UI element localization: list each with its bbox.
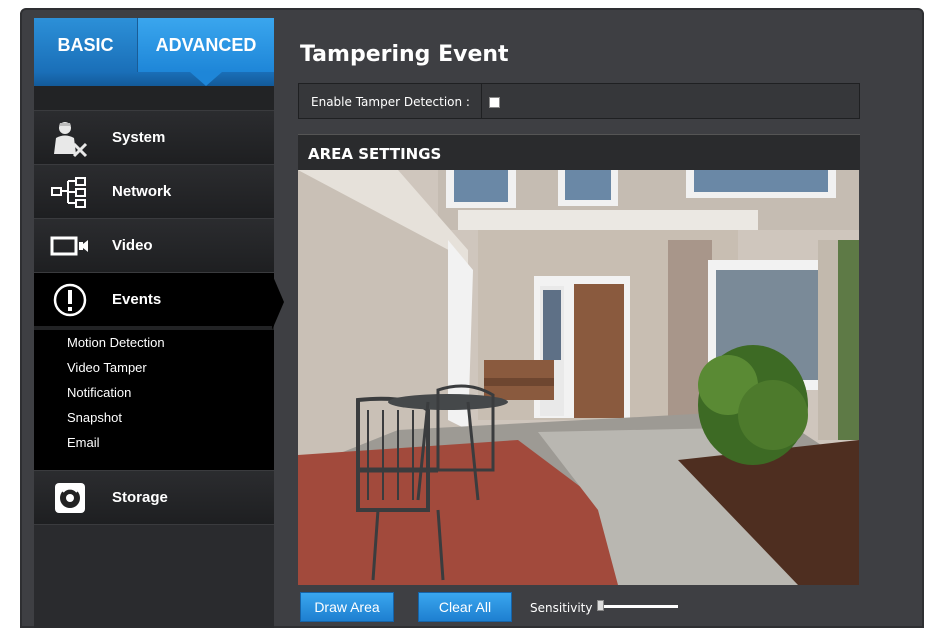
sensitivity-label: Sensitivity xyxy=(530,601,593,615)
sensitivity-slider-handle[interactable] xyxy=(597,600,604,611)
submenu-item-video-tamper[interactable]: Video Tamper xyxy=(67,355,274,380)
active-tab-indicator xyxy=(190,72,222,86)
tab-basic[interactable]: BASIC xyxy=(34,18,138,72)
network-icon xyxy=(48,172,92,212)
sidebar-item-network[interactable]: Network xyxy=(34,164,274,218)
page-title: Tampering Event xyxy=(300,42,509,67)
sidebar-item-label: Network xyxy=(112,183,172,200)
submenu-item-snapshot[interactable]: Snapshot xyxy=(67,405,274,430)
camera-preview[interactable] xyxy=(298,170,859,585)
submenu-item-motion-detection[interactable]: Motion Detection xyxy=(67,330,274,355)
video-camera-icon xyxy=(48,226,92,266)
sensitivity-slider-track[interactable] xyxy=(598,605,678,608)
area-settings-title: AREA SETTINGS xyxy=(308,145,442,163)
sidebar-item-system[interactable]: System xyxy=(34,110,274,164)
sidebar-item-label: Video xyxy=(112,237,153,254)
submenu-item-notification[interactable]: Notification xyxy=(67,380,274,405)
area-settings-header: AREA SETTINGS xyxy=(298,134,860,170)
sidebar-item-label: Storage xyxy=(112,489,168,506)
enable-tamper-checkbox[interactable] xyxy=(489,97,500,108)
sidebar-item-label: System xyxy=(112,129,166,146)
sidebar-empty-area xyxy=(34,524,274,628)
storage-disk-icon xyxy=(48,478,92,518)
submenu-item-email[interactable]: Email xyxy=(67,430,274,455)
system-admin-icon xyxy=(48,118,92,158)
sidebar-item-events[interactable]: Events xyxy=(34,272,274,326)
draw-area-button[interactable]: Draw Area xyxy=(300,592,394,622)
enable-tamper-row: Enable Tamper Detection : xyxy=(298,83,860,119)
sidebar-item-label: Events xyxy=(112,291,162,308)
sidebar-item-video[interactable]: Video xyxy=(34,218,274,272)
active-item-indicator xyxy=(272,274,284,330)
tab-band xyxy=(34,72,274,86)
tab-advanced[interactable]: ADVANCED xyxy=(138,18,274,72)
sidebar-item-storage[interactable]: Storage xyxy=(34,470,274,524)
enable-tamper-label: Enable Tamper Detection : xyxy=(311,95,470,109)
alert-icon xyxy=(48,280,92,320)
clear-all-button[interactable]: Clear All xyxy=(418,592,512,622)
events-submenu: Motion Detection Video Tamper Notificati… xyxy=(34,330,274,470)
row-divider xyxy=(481,84,482,118)
